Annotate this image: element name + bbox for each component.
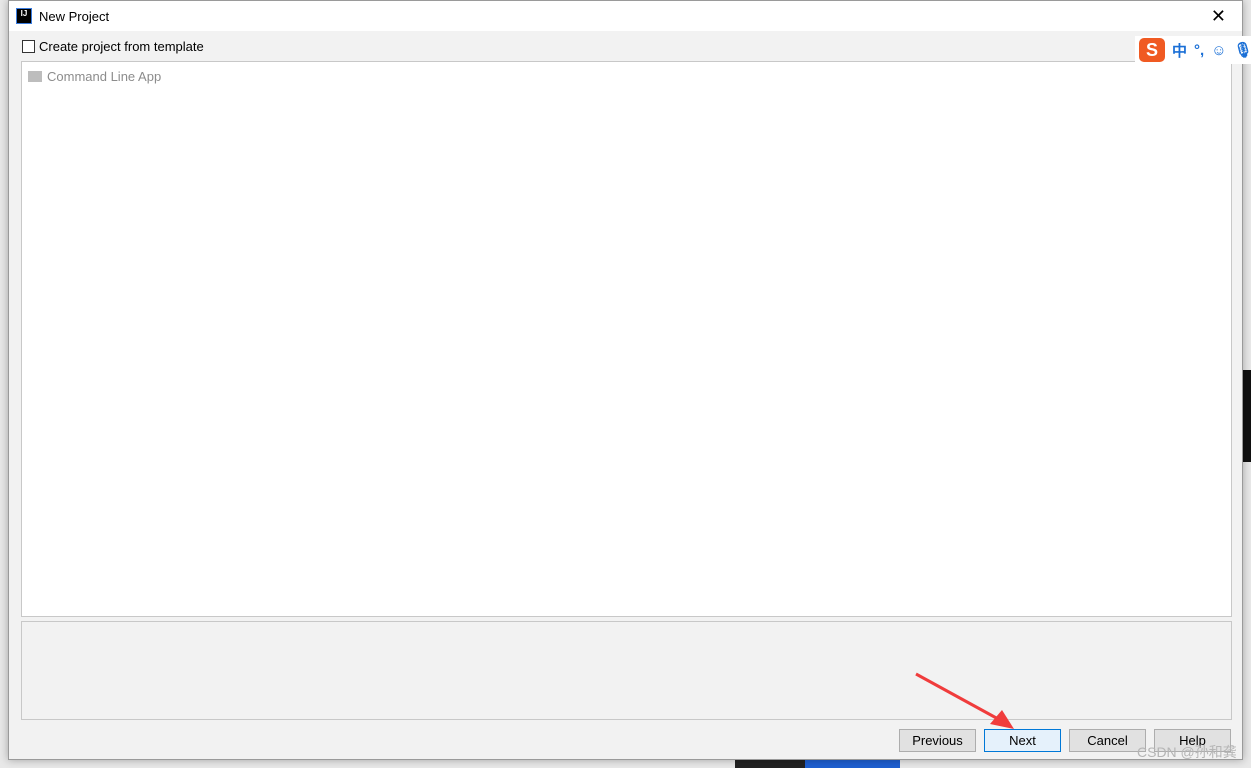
folder-icon: [28, 71, 42, 82]
ime-toolbar: S 中 °, ☺ 🎙: [1135, 36, 1251, 64]
window-title: New Project: [39, 8, 110, 24]
emoji-icon[interactable]: ☺: [1211, 42, 1226, 59]
ime-punctuation[interactable]: °,: [1194, 42, 1204, 59]
list-item-label: Command Line App: [47, 69, 162, 84]
checkbox-icon[interactable]: [22, 40, 35, 53]
microphone-icon[interactable]: 🎙: [1234, 41, 1251, 59]
cancel-button[interactable]: Cancel: [1069, 729, 1146, 752]
previous-button[interactable]: Previous: [899, 729, 976, 752]
new-project-dialog: IJ New Project ✕ Create project from tem…: [8, 0, 1243, 760]
ime-mode[interactable]: 中: [1172, 40, 1187, 61]
checkbox-label: Create project from template: [39, 39, 204, 54]
intellij-logo-icon: IJ: [16, 8, 32, 24]
title-bar: IJ New Project: [9, 1, 1242, 31]
background-window: [805, 760, 900, 768]
background-window: [1243, 370, 1251, 462]
list-item[interactable]: Command Line App: [28, 69, 161, 84]
next-button[interactable]: Next: [984, 729, 1061, 752]
close-icon[interactable]: ✕: [1211, 6, 1226, 27]
sogou-logo-icon[interactable]: S: [1139, 38, 1165, 62]
description-panel: [21, 621, 1232, 720]
watermark: CSDN @孙和龚: [1137, 744, 1237, 760]
create-from-template-checkbox[interactable]: Create project from template: [22, 39, 204, 54]
template-list[interactable]: Command Line App: [21, 61, 1232, 617]
